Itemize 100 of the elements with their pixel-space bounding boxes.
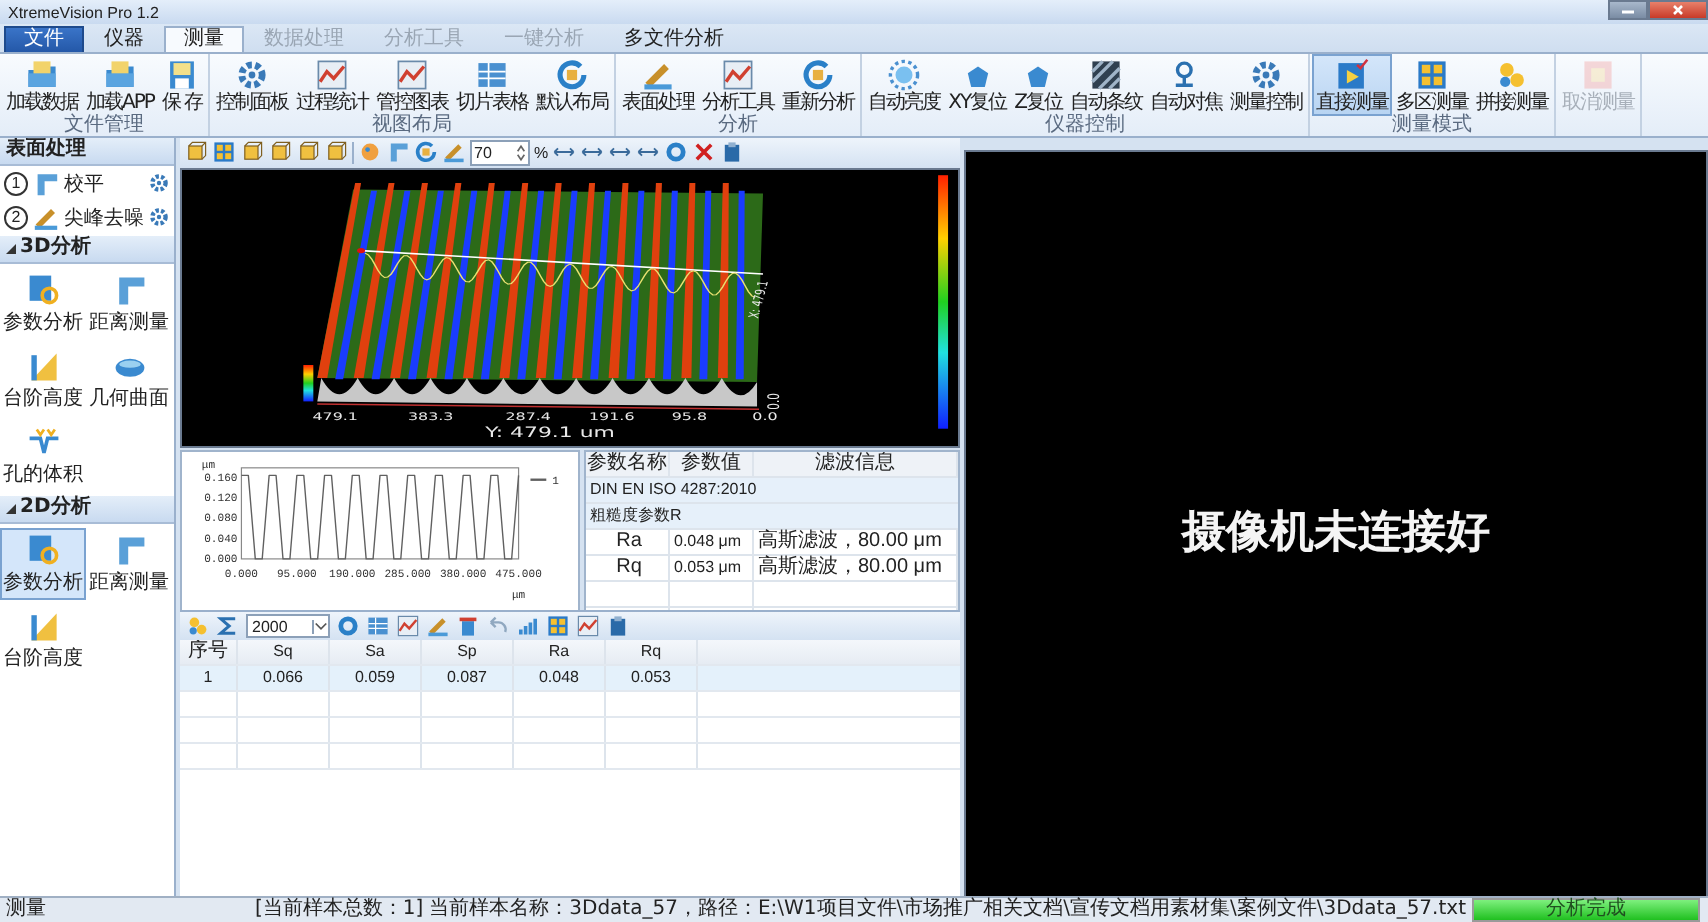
- status-text: [当前样本总数：1]: [254, 897, 424, 922]
- section-header[interactable]: 2D分析: [0, 495, 174, 524]
- analysis-tool-button[interactable]: 孔的体积: [0, 419, 86, 492]
- refresh-icon[interactable]: [414, 140, 438, 165]
- gear-icon: [1247, 57, 1284, 92]
- progress-label: 分析完成: [1544, 897, 1628, 920]
- table-cell: 0.059: [330, 666, 422, 691]
- sigma-icon[interactable]: [216, 614, 240, 639]
- cube-icon[interactable]: [240, 140, 264, 165]
- ribbon-button[interactable]: 分析工具: [698, 53, 779, 116]
- column-header: Sq: [238, 640, 330, 665]
- column-header: Sp: [422, 640, 514, 665]
- ribbon-button[interactable]: 测量控制: [1225, 53, 1306, 116]
- ribbon-button[interactable]: 直接测量: [1311, 53, 1392, 116]
- spinner-icon[interactable]: [516, 143, 526, 162]
- step-label[interactable]: 校平: [64, 169, 144, 198]
- clipboard-icon[interactable]: [720, 140, 745, 165]
- chart-icon: [314, 57, 351, 92]
- sun-icon: [886, 57, 923, 92]
- bars-icon[interactable]: [516, 614, 540, 639]
- grid-icon[interactable]: [546, 614, 570, 639]
- gear-icon[interactable]: [148, 206, 170, 229]
- stripes-icon: [1087, 57, 1124, 92]
- table-cell-text: 粗糙度参数R: [588, 504, 682, 529]
- ribbon-button[interactable]: 重新分析: [778, 53, 859, 116]
- ribbon-tab[interactable]: 仪器: [84, 25, 164, 52]
- analysis-tool-button[interactable]: 距离测量: [86, 267, 172, 340]
- table-cell: 高斯滤波，80.00 μm: [754, 556, 958, 581]
- ribbon-button[interactable]: 加载数据: [2, 53, 82, 116]
- chart-icon: [720, 57, 757, 92]
- table-icon: [474, 57, 511, 92]
- cube-icon[interactable]: [324, 140, 348, 165]
- color-scale-bar: [303, 364, 314, 401]
- ribbon-tab[interactable]: 测量: [164, 25, 244, 52]
- step-number: 2: [4, 205, 28, 230]
- axis-tick-label: 0.0: [764, 392, 784, 409]
- table-cell: Rq: [586, 556, 670, 581]
- zoom-field[interactable]: 70: [470, 139, 530, 166]
- ribbon-tab[interactable]: 多文件分析: [604, 25, 744, 52]
- analysis-tool-button[interactable]: 参数分析: [0, 527, 86, 600]
- ribbon-button[interactable]: 默认布局: [532, 53, 613, 116]
- ribbon-button[interactable]: 表面处理: [618, 53, 699, 116]
- gear-icon[interactable]: [148, 172, 170, 195]
- table-cell: 0.048: [514, 666, 606, 691]
- grid-icon[interactable]: [212, 140, 236, 165]
- section-header[interactable]: 3D分析: [0, 235, 174, 264]
- table-cell: 0.053 μm: [670, 556, 754, 581]
- ribbon-button[interactable]: 管控图表: [372, 53, 453, 116]
- analysis-tool-button[interactable]: 参数分析: [0, 267, 86, 340]
- column-header: 参数名称: [586, 452, 670, 477]
- ribbon-button[interactable]: 过程统计: [292, 53, 373, 116]
- step-number: 1: [4, 171, 28, 196]
- ribbon-button[interactable]: 加载APP: [82, 53, 158, 116]
- play-icon: [1333, 57, 1370, 92]
- column-header: 参数值: [670, 452, 754, 477]
- ring-icon[interactable]: [664, 140, 689, 165]
- chart-icon[interactable]: [576, 614, 600, 639]
- table-cell: 0.066: [238, 666, 330, 691]
- cube-icon[interactable]: [184, 140, 208, 165]
- cube-icon[interactable]: [296, 140, 320, 165]
- table-icon[interactable]: [366, 614, 390, 639]
- delete-icon[interactable]: [692, 140, 717, 165]
- file-menu-button[interactable]: 文件: [4, 25, 84, 52]
- grid-icon: [1413, 57, 1450, 92]
- analysis-tool-button[interactable]: 距离测量: [86, 527, 172, 600]
- cube-icon[interactable]: [268, 140, 292, 165]
- step-label[interactable]: 尖峰去噪: [64, 203, 144, 232]
- chart-icon[interactable]: [396, 614, 420, 639]
- ribbon-button[interactable]: Z复位: [1010, 53, 1066, 116]
- analysis-tool-button[interactable]: 台阶高度: [0, 343, 86, 416]
- caret-icon: [312, 619, 328, 634]
- column-header: 滤波信息: [754, 452, 958, 477]
- close-button[interactable]: [1648, 0, 1708, 20]
- count-dropdown[interactable]: 2000: [246, 614, 330, 639]
- minimize-button[interactable]: [1608, 0, 1648, 20]
- column-header: Sa: [330, 640, 422, 665]
- save-icon: [164, 57, 200, 92]
- ribbon-button[interactable]: 自动对焦: [1145, 53, 1226, 116]
- table-cell: 1: [180, 666, 238, 691]
- ribbon-button[interactable]: XY复位: [944, 53, 1011, 116]
- status-text: 当前样本名称：3Ddata_57，路径：E:\W1项目文件\市场推广相关文档\宣传文档用素材集\案例文件\3Ddata_57.txt: [429, 897, 1466, 922]
- section-header[interactable]: 表面处理: [0, 137, 174, 166]
- analysis-tool-button[interactable]: 台阶高度: [0, 603, 86, 676]
- ring-icon[interactable]: [336, 614, 360, 639]
- zoom-unit: %: [534, 143, 549, 162]
- analysis-tool-button[interactable]: 几何曲面: [86, 343, 172, 416]
- ribbon-button[interactable]: 控制面板: [212, 53, 293, 116]
- ribbon-button[interactable]: 拼接测量: [1471, 53, 1552, 116]
- ribbon-button[interactable]: 切片表格: [452, 53, 533, 116]
- table-cell: 0.048 μm: [670, 530, 754, 555]
- table-cell-text: DIN EN ISO 4287:2010: [588, 478, 757, 503]
- ribbon-button[interactable]: 自动亮度: [864, 53, 945, 116]
- clipboard-icon[interactable]: [606, 614, 630, 639]
- legend-line: [530, 478, 547, 482]
- table-cell: 高斯滤波，80.00 μm: [754, 530, 958, 555]
- ribbon-button[interactable]: 保 存: [157, 53, 207, 116]
- ribbon-button[interactable]: 多区测量: [1391, 53, 1472, 116]
- ribbon-button[interactable]: 自动条纹: [1065, 53, 1146, 116]
- trash-icon[interactable]: [456, 614, 480, 639]
- window-title: XtremeVision Pro 1.2: [8, 3, 159, 22]
